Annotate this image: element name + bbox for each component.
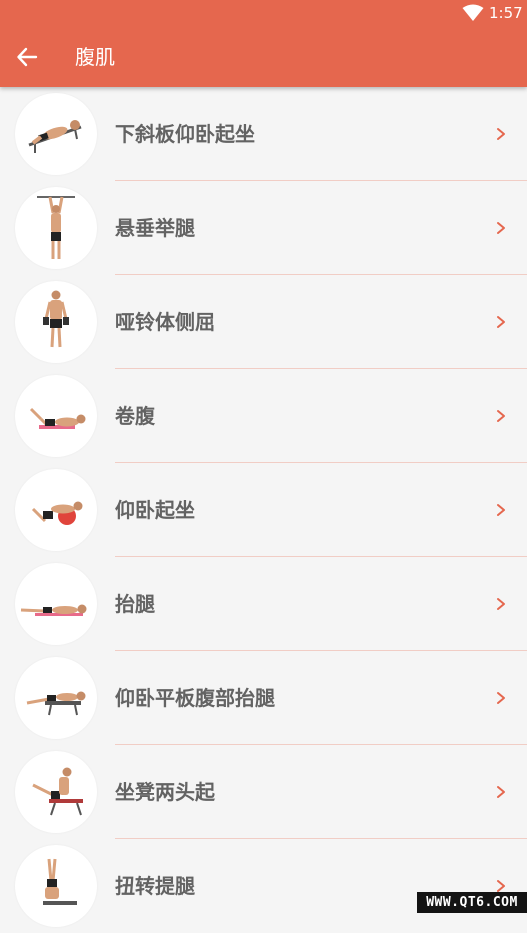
list-item[interactable]: 仰卧起坐 — [0, 463, 527, 557]
list-item[interactable]: 仰卧平板腹部抬腿 — [0, 651, 527, 745]
situp-figure-icon — [31, 501, 83, 525]
exercise-label: 抬腿 — [115, 592, 155, 616]
list-item[interactable]: 下斜板仰卧起坐 — [0, 87, 527, 181]
dumbbell-side-bend-figure-icon — [43, 290, 69, 348]
chevron-right-icon — [497, 880, 505, 892]
exercise-thumbnail — [15, 281, 97, 363]
exercise-label: 悬垂举腿 — [115, 216, 195, 240]
list-item[interactable]: 哑铃体侧屈 — [0, 275, 527, 369]
crunch-figure-icon — [29, 407, 86, 429]
exercise-label: 卷腹 — [115, 404, 155, 428]
exercise-thumbnail — [15, 375, 97, 457]
exercise-thumbnail — [15, 657, 97, 739]
wifi-icon — [462, 4, 484, 21]
list-item[interactable]: 扭转提腿 — [0, 839, 527, 933]
chevron-right-icon — [497, 222, 505, 234]
exercise-label: 仰卧起坐 — [115, 498, 195, 522]
exercise-thumbnail — [15, 469, 97, 551]
chevron-right-icon — [497, 786, 505, 798]
exercise-label: 扭转提腿 — [115, 874, 195, 898]
hanging-leg-raise-figure-icon — [37, 196, 75, 259]
exercise-label: 哑铃体侧屈 — [115, 310, 215, 334]
status-bar: 1:57 — [0, 0, 527, 26]
arrow-left-icon[interactable] — [16, 46, 38, 68]
exercise-thumbnail — [15, 751, 97, 833]
chevron-right-icon — [497, 692, 505, 704]
chevron-right-icon — [497, 410, 505, 422]
exercise-thumbnail — [15, 187, 97, 269]
app-bar: 1:57 腹肌 — [0, 0, 527, 87]
twisting-leg-raise-figure-icon — [43, 858, 77, 905]
chevron-right-icon — [497, 504, 505, 516]
chevron-right-icon — [497, 598, 505, 610]
exercise-label: 坐凳两头起 — [115, 780, 215, 804]
flat-bench-leg-raise-figure-icon — [26, 691, 86, 716]
chevron-right-icon — [497, 128, 505, 140]
leg-raise-figure-icon — [20, 604, 87, 616]
page-title: 腹肌 — [75, 45, 115, 69]
list-item[interactable]: 悬垂举腿 — [0, 181, 527, 275]
decline-situp-figure-icon — [28, 120, 82, 153]
list-item[interactable]: 抬腿 — [0, 557, 527, 651]
exercise-thumbnail — [15, 845, 97, 927]
list-item[interactable]: 卷腹 — [0, 369, 527, 463]
list-item[interactable]: 坐凳两头起 — [0, 745, 527, 839]
watermark: WWW.QT6.COM — [417, 892, 527, 913]
status-time: 1:57 — [489, 4, 523, 22]
exercise-thumbnail — [15, 93, 97, 175]
chevron-right-icon — [497, 316, 505, 328]
exercise-thumbnail — [15, 563, 97, 645]
bench-v-up-figure-icon — [32, 767, 83, 816]
exercise-list: 下斜板仰卧起坐 悬垂举腿 哑铃体侧屈 卷腹 仰卧起坐 抬腿 仰卧平板腹部抬腿 坐… — [0, 87, 527, 933]
exercise-label: 仰卧平板腹部抬腿 — [115, 686, 275, 710]
exercise-label: 下斜板仰卧起坐 — [115, 122, 255, 146]
